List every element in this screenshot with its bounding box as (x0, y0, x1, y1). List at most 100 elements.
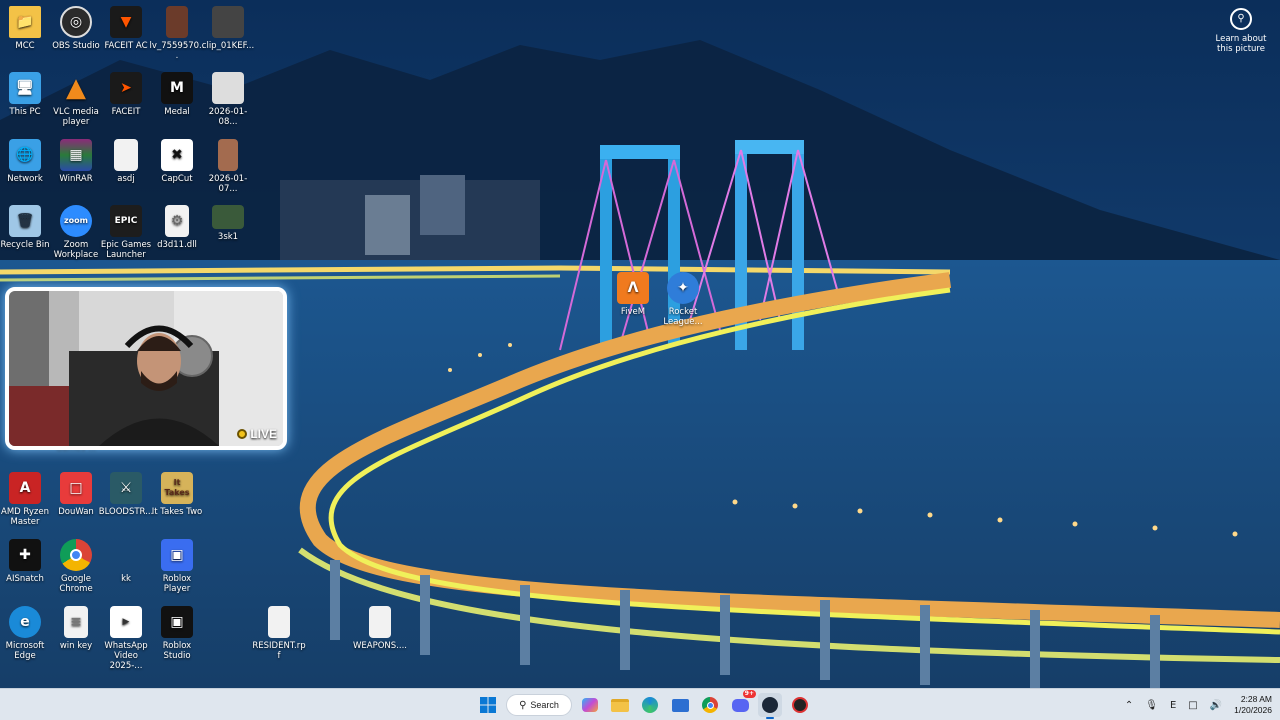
start-button[interactable] (476, 693, 500, 717)
desktop-icon-capcut[interactable]: ✖ CapCut (149, 139, 205, 184)
edge-button[interactable] (638, 693, 662, 717)
file-icon (369, 606, 391, 638)
discord-icon (731, 698, 749, 712)
taskbar: ⚲ Search 9+ ⌃ 🎙 E □ 🔊 2:28 AM 1/20/2026 (0, 688, 1280, 720)
desktop-icon-d3d11-dll[interactable]: ⚙ d3d11.dll (149, 205, 205, 250)
fivem-icon: Λ (617, 272, 649, 304)
taskbar-search[interactable]: ⚲ Search (506, 694, 572, 716)
desktop-icon-medal[interactable]: M Medal (149, 72, 205, 117)
mail-icon (671, 698, 689, 712)
roblox-icon: ▣ (161, 539, 193, 571)
desktop-icon-win-key[interactable]: ≡ win key (48, 606, 104, 651)
edge-icon: e (9, 606, 41, 638)
chrome-icon (60, 539, 92, 571)
desktop-icon-kk[interactable]: kk (98, 539, 154, 584)
desktop-icon-google-chrome[interactable]: Google Chrome (48, 539, 104, 594)
desktop-icon-amd-ryzen-master[interactable]: A AMD Ryzen Master (0, 472, 53, 527)
desktop-icon-lv-video[interactable]: lv_7559570... (149, 6, 205, 61)
desktop-icon-faceit[interactable]: ➤ FACEIT (98, 72, 154, 117)
taskbar-apps: ⚲ Search 9+ (476, 690, 812, 719)
desktop-icon-zoom[interactable]: zoom Zoom Workplace (48, 205, 104, 260)
desktop-icon-rocket-league[interactable]: ✦ Rocket League... (655, 272, 711, 327)
vlc-icon: ▲ (66, 73, 86, 103)
faceit-ac-icon: ▼ (110, 6, 142, 38)
file-explorer-button[interactable] (608, 693, 632, 717)
desktop-icon-it-takes-two[interactable]: It Takes It Takes Two (149, 472, 205, 517)
chevron-up-icon[interactable]: ⌃ (1125, 700, 1133, 711)
desktop-icon-roblox-player[interactable]: ▣ Roblox Player (149, 539, 205, 594)
folder-icon (611, 698, 629, 712)
desktop-icon-winrar[interactable]: ▦ WinRAR (48, 139, 104, 184)
desktop-icon-asdj[interactable]: asdj (98, 139, 154, 184)
desktop-icon-network[interactable]: 🌐 Network (0, 139, 53, 184)
desktop-icon-douwan[interactable]: □ DouWan (48, 472, 104, 517)
learn-about-picture[interactable]: ⚲ Learn about this picture (1212, 8, 1270, 54)
live-badge: LIVE (237, 427, 277, 441)
desktop-icon-epic-games[interactable]: EPIC Epic Games Launcher (98, 205, 154, 260)
language-indicator[interactable]: E (1170, 700, 1176, 711)
desktop-icon-bloodstrike[interactable]: ⚔ BLOODSTR... (98, 472, 154, 517)
edge-icon (642, 697, 658, 713)
clock-date: 1/20/2026 (1234, 705, 1272, 715)
desktop-icon-vlc[interactable]: ▲ VLC media player (48, 72, 104, 127)
desktop-icon-resident-rpf[interactable]: RESIDENT.rpf (251, 606, 307, 661)
video-thumbnail-icon (166, 6, 188, 38)
desktop-icon-weapons[interactable]: WEAPONS.... (352, 606, 408, 651)
webcam-overlay: LIVE (5, 287, 287, 450)
text-file-icon (114, 139, 138, 171)
desktop-icon-recycle-bin[interactable]: 🗑 Recycle Bin (0, 205, 53, 250)
winrar-icon: ▦ (60, 139, 92, 171)
live-dot-icon (237, 429, 248, 439)
app-button[interactable] (788, 693, 812, 717)
desktop-icon-fivem[interactable]: Λ FiveM (605, 272, 661, 317)
recycle-bin-icon: 🗑 (9, 205, 41, 237)
clock-time: 2:28 AM (1240, 694, 1272, 704)
copilot-button[interactable] (578, 693, 602, 717)
capcut-icon: ✖ (161, 139, 193, 171)
microphone-icon[interactable]: 🎙 (1145, 700, 1158, 711)
blank-icon (110, 539, 142, 571)
desktop-icon-screenshot-0108[interactable]: 2026-01-08... (200, 72, 256, 127)
active-indicator (766, 717, 774, 719)
epic-games-icon: EPIC (110, 205, 142, 237)
zoom-icon: zoom (60, 205, 92, 237)
desktop-icon-microsoft-edge[interactable]: e Microsoft Edge (0, 606, 53, 661)
desktop-icon-screenshot-0107[interactable]: 2026-01-07... (200, 139, 256, 194)
faceit-icon: ➤ (110, 72, 142, 104)
desktop-icon-clip[interactable]: clip_01KEF... (200, 6, 256, 51)
text-file-icon: ≡ (64, 606, 88, 638)
volume-icon[interactable]: 🔊 (1210, 700, 1222, 711)
chrome-icon (702, 697, 718, 713)
desktop-icon-aisnatch[interactable]: ✚ AISnatch (0, 539, 53, 584)
mail-button[interactable] (668, 693, 692, 717)
desktop-icon-mcc[interactable]: 📁 MCC (0, 6, 53, 51)
steam-icon (762, 697, 778, 713)
amd-icon: A (9, 472, 41, 504)
game-icon: It Takes (161, 472, 193, 504)
desktop-icon-obs-studio[interactable]: ◎ OBS Studio (48, 6, 104, 51)
medal-icon: M (161, 72, 193, 104)
discord-button[interactable]: 9+ (728, 690, 756, 717)
desktop-icon-faceit-ac[interactable]: ▼ FACEIT AC (98, 6, 154, 51)
steam-button[interactable] (758, 693, 782, 719)
webcam-feed (9, 291, 283, 446)
system-tray: ⌃ 🎙 E □ 🔊 2:28 AM 1/20/2026 (1125, 692, 1272, 718)
image-thumbnail-icon (212, 72, 244, 104)
clock[interactable]: 2:28 AM 1/20/2026 (1234, 694, 1272, 716)
search-icon: ⚲ (519, 699, 527, 711)
roblox-studio-icon: ▣ (161, 606, 193, 638)
desktop-icon-whatsapp-video[interactable]: ▶ WhatsApp Video 2025-... (98, 606, 154, 671)
notification-badge: 9+ (742, 690, 756, 698)
folder-icon: 📁 (9, 6, 41, 38)
dll-file-icon: ⚙ (165, 205, 189, 237)
chrome-button[interactable] (698, 693, 722, 717)
windows-icon (480, 697, 496, 713)
network-icon: 🌐 (9, 139, 41, 171)
rocket-league-icon: ✦ (667, 272, 699, 304)
image-thumbnail-icon (218, 139, 238, 171)
desktop-icon-3sk1[interactable]: 3sk1 (200, 205, 256, 242)
desktop-icon-roblox-studio[interactable]: ▣ Roblox Studio (149, 606, 205, 661)
network-icon[interactable]: □ (1188, 700, 1197, 711)
app-icon (792, 697, 808, 713)
desktop-icon-this-pc[interactable]: 🖥 This PC (0, 72, 53, 117)
